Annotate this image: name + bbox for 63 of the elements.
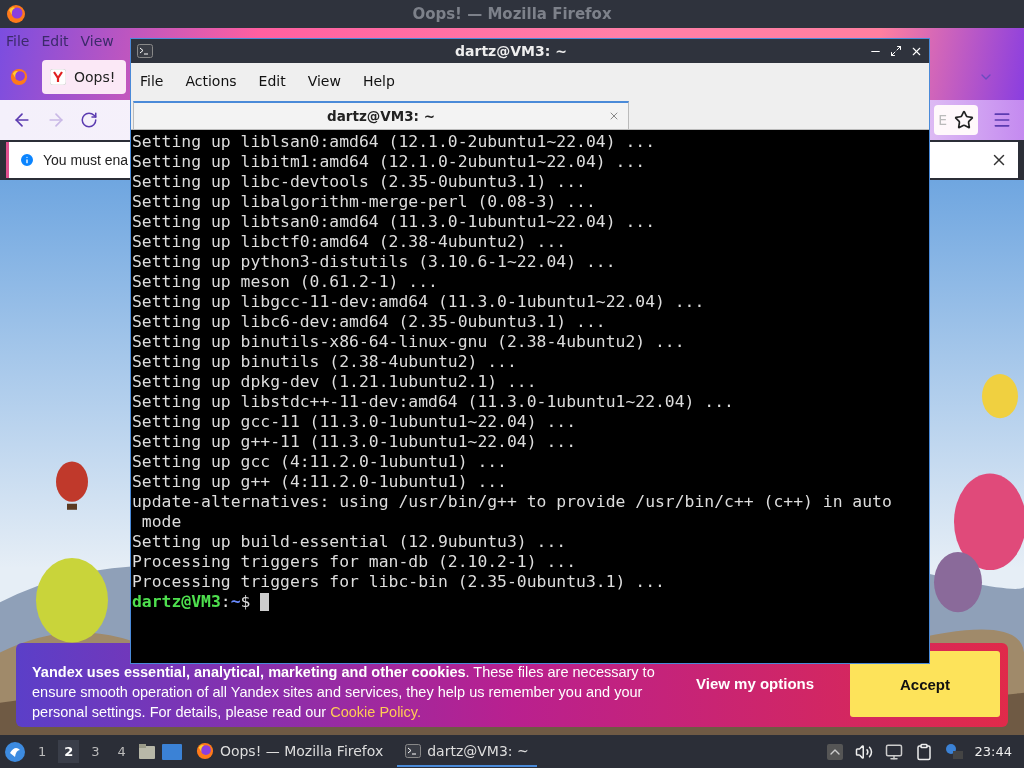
output-line: Setting up g++ (4:11.2.0-1ubuntu1) ... [132,472,508,492]
output-line: Setting up libgcc-11-dev:amd64 (11.3.0-1ubuntu1~22.04) ... [132,292,706,312]
output-line: Setting up libc6-dev:amd64 (2.35-0ubuntu3.1) ... [132,312,607,332]
info-icon [19,152,35,168]
output-line: Setting up libstdc++-11-dev:amd64 (11.3.0-1ubuntu1~22.04) ... [132,392,735,412]
output-line: Setting up libitm1:amd64 (12.1.0-2ubuntu1~22.04) ... [132,152,647,172]
terminal-tab[interactable]: dartz@VM3: ~ [133,101,629,129]
browser-tab[interactable]: Oops! [42,60,126,94]
prompt-path: ~ [230,592,241,612]
output-line: Setting up meson (0.61.2-1) ... [132,272,439,292]
output-line: Setting up gcc (4:11.2.0-1ubuntu1) ... [132,452,508,472]
cookie-policy-link[interactable]: Cookie Policy. [330,704,422,720]
window-title: dartz@VM3: ~ [454,43,568,59]
reload-button[interactable] [80,111,98,129]
prompt-user: dartz@VM3 [132,592,221,612]
menu-item[interactable]: File [140,73,164,89]
terminal-icon [405,743,422,758]
menu-item[interactable]: Help [362,73,395,89]
output-line: Setting up libtsan0:amd64 (11.3.0-1ubuntu1~22.04) ... [132,212,656,232]
options-button[interactable]: View my options [676,667,835,700]
firefox-icon [6,4,26,24]
task-button[interactable]: Oops! — Mozilla Firefox [187,736,392,767]
notification-text: You must ena [43,152,129,168]
volume-icon[interactable] [854,742,873,761]
output-line: Setting up binutils-x86-64-linux-gnu (2.38-4ubuntu2) ... [132,332,686,352]
text-cursor [260,593,270,611]
menu-item[interactable]: Edit [258,73,286,89]
maximize-icon[interactable] [890,44,902,57]
folder-icon[interactable] [137,742,156,761]
menu-item[interactable]: View [307,73,341,89]
workspace-button[interactable]: 4 [111,740,132,763]
desktop-icon[interactable] [161,743,182,760]
terminal-icon [137,44,153,58]
output-line: Setting up build-essential (12.9ubuntu3) ... [132,532,568,552]
firefox-icon [195,741,214,760]
output-line: Setting up liblsan0:amd64 (12.1.0-2ubuntu1~22.04) ... [132,132,656,152]
prompt-separator: : [220,592,231,612]
output-line: Setting up libalgorithm-merge-perl (0.08-3) ... [132,192,597,212]
output-line: Processing triggers for libc-bin (2.35-0ubuntu3.1) ... [132,572,666,592]
output-line: Setting up libctf0:amd64 (2.38-4ubuntu2) ... [132,232,568,252]
output-line: mode [140,512,183,532]
output-line: Setting up g++-11 (11.3.0-1ubuntu1~22.04) ... [132,432,578,452]
workspace-button[interactable]: 1 [32,740,53,763]
prompt-symbol: $ [240,592,251,612]
output-line: Setting up binutils (2.38-4ubuntu2) ... [132,352,518,372]
task-button[interactable]: dartz@VM3: ~ [397,736,537,767]
output-line: update-alternatives: using /usr/bin/g++ to provide /usr/bin/c++ (c++) in auto [132,492,893,512]
clock: 23:44 [974,744,1012,759]
letter-logo-icon [50,69,66,85]
window-title: Oops! — Mozilla Firefox [411,5,613,23]
star-icon[interactable] [954,110,974,130]
output-line: Setting up gcc-11 (11.3.0-1ubuntu1~22.04) ... [132,412,578,432]
workspace-button[interactable]: 2 [58,740,80,763]
start-menu-icon[interactable] [4,740,26,763]
menu-button[interactable] [992,110,1012,130]
output-line: Processing triggers for man-db (2.10.2-1) ... [132,552,578,572]
menu-item[interactable]: Actions [185,73,237,89]
firefox-icon [10,68,28,86]
output-line: Setting up libc-devtools (2.35-0ubuntu3.1) ... [132,172,587,192]
workspace-button[interactable]: 3 [85,740,106,763]
output-line: Setting up dpkg-dev (1.21.1ubuntu2.1) ... [132,372,538,392]
output-line: Setting up python3-distutils (3.10.6-1~22.04) ... [132,252,617,272]
clipboard-icon[interactable] [914,742,933,761]
